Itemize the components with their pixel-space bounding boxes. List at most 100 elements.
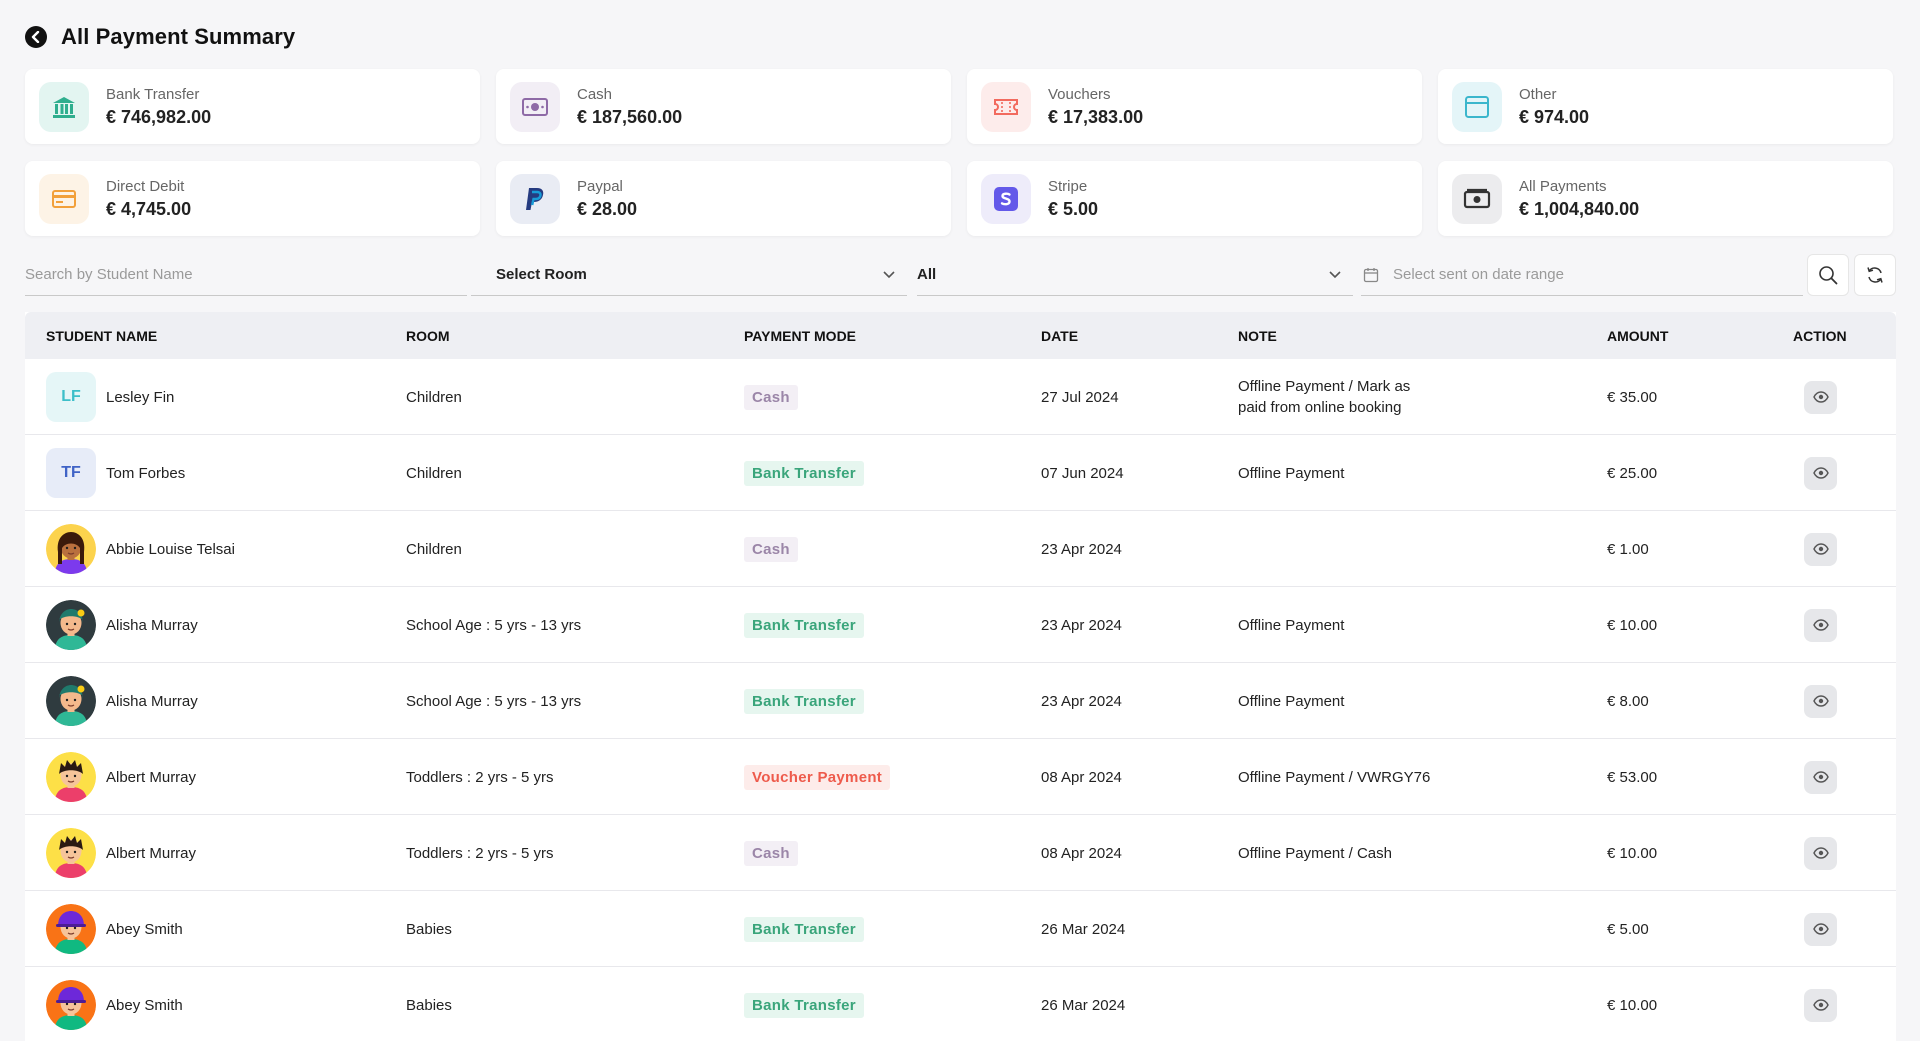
room-cell: School Age : 5 yrs - 13 yrs	[406, 616, 582, 634]
student-name[interactable]: Albert Murray	[106, 845, 196, 862]
summary-card-label: Other	[1519, 85, 1557, 103]
summary-card-label: All Payments	[1519, 177, 1607, 195]
card-icon	[39, 173, 89, 224]
note-cell	[1238, 891, 1568, 967]
student-name[interactable]: Tom Forbes	[106, 465, 185, 482]
room-select[interactable]: Select Room	[471, 254, 907, 296]
note-cell	[1238, 511, 1568, 587]
student-search-input[interactable]	[25, 266, 467, 283]
eye-icon	[1812, 923, 1829, 935]
summary-card-value: € 974.00	[1519, 106, 1590, 127]
student-name[interactable]: Albert Murray	[106, 769, 196, 786]
note-cell: Offline Payment	[1238, 692, 1345, 710]
action-cell	[1804, 587, 1837, 663]
action-cell	[1804, 663, 1837, 739]
paypal-icon	[510, 173, 560, 224]
avatar	[46, 524, 96, 574]
date-range-picker[interactable]: Select sent on date range	[1361, 254, 1803, 296]
payment-mode-badge: Bank Transfer	[744, 688, 864, 714]
room-cell: School Age : 5 yrs - 13 yrs	[406, 692, 582, 710]
date-cell: 26 Mar 2024	[1041, 920, 1126, 938]
student-cell: TF Tom Forbes	[46, 435, 185, 511]
payment-mode-badge: Cash	[744, 384, 798, 410]
student-cell: Abey Smith	[46, 967, 183, 1041]
student-name[interactable]: Alisha Murray	[106, 617, 198, 634]
avatar	[46, 980, 96, 1030]
student-name[interactable]: Abey Smith	[106, 997, 183, 1014]
room-cell: Babies	[406, 920, 452, 938]
payments-table: STUDENT NAME ROOM PAYMENT MODE DATE NOTE…	[25, 312, 1896, 1041]
header-action: ACTION	[1793, 327, 1847, 344]
view-button[interactable]	[1804, 684, 1837, 718]
back-button[interactable]	[25, 26, 47, 48]
summary-card-label: Vouchers	[1048, 85, 1111, 103]
view-button[interactable]	[1804, 532, 1837, 566]
note-cell: Offline Payment	[1238, 616, 1345, 634]
date-cell: 27 Jul 2024	[1041, 388, 1119, 406]
calendar-icon	[1363, 267, 1379, 282]
eye-icon	[1812, 391, 1829, 403]
view-button[interactable]	[1804, 912, 1837, 946]
table-row: Alisha Murray School Age : 5 yrs - 13 yr…	[25, 587, 1896, 663]
summary-card-label: Stripe	[1048, 177, 1088, 195]
avatar	[46, 904, 96, 954]
view-button[interactable]	[1804, 608, 1837, 642]
page-header: All Payment Summary	[25, 24, 295, 50]
student-name[interactable]: Abey Smith	[106, 921, 183, 938]
action-cell	[1804, 891, 1837, 967]
action-cell	[1804, 359, 1837, 435]
student-name[interactable]: Alisha Murray	[106, 693, 198, 710]
payment-mode-cell: Cash	[744, 815, 798, 891]
header-room: ROOM	[406, 327, 450, 344]
view-button[interactable]	[1804, 988, 1837, 1022]
action-cell	[1804, 511, 1837, 587]
date-cell: 07 Jun 2024	[1041, 464, 1124, 482]
payment-mode-badge: Bank Transfer	[744, 992, 864, 1018]
view-button[interactable]	[1804, 380, 1837, 414]
student-cell: Abbie Louise Telsai	[46, 511, 235, 587]
student-search	[25, 254, 467, 296]
summary-card-value: € 746,982.00	[106, 106, 212, 127]
eye-icon	[1812, 999, 1829, 1011]
student-name[interactable]: Abbie Louise Telsai	[106, 541, 235, 558]
student-name[interactable]: Lesley Fin	[106, 389, 174, 406]
note-cell: Offline Payment	[1238, 464, 1345, 482]
action-cell	[1804, 435, 1837, 511]
date-range-placeholder: Select sent on date range	[1393, 266, 1564, 283]
amount-cell: € 53.00	[1607, 768, 1658, 786]
eye-icon	[1812, 543, 1829, 555]
view-button[interactable]	[1804, 760, 1837, 794]
amount-cell: € 10.00	[1607, 616, 1658, 634]
student-cell: Alisha Murray	[46, 587, 198, 663]
avatar	[46, 676, 96, 726]
chevron-down-icon	[883, 270, 895, 278]
refresh-button[interactable]	[1854, 254, 1896, 296]
search-button[interactable]	[1807, 254, 1849, 296]
payment-mode-cell: Voucher Payment	[744, 739, 891, 815]
eye-icon	[1812, 847, 1829, 859]
summary-card-value: € 28.00	[577, 198, 638, 219]
payment-mode-cell: Cash	[744, 511, 798, 587]
table-row: Albert Murray Toddlers : 2 yrs - 5 yrs V…	[25, 739, 1896, 815]
room-cell: Children	[406, 464, 462, 482]
view-button[interactable]	[1804, 836, 1837, 870]
summary-card-value: € 5.00	[1048, 198, 1099, 219]
eye-icon	[1812, 695, 1829, 707]
summary-card-all-payments: All Payments € 1,004,840.00	[1438, 161, 1893, 236]
chevron-down-icon	[1329, 270, 1341, 278]
note-cell: Offline Payment / Mark as paid from onli…	[1238, 378, 1411, 416]
summary-card-label: Cash	[577, 85, 613, 103]
header-date: DATE	[1041, 327, 1079, 344]
amount-cell: € 8.00	[1607, 692, 1649, 710]
view-button[interactable]	[1804, 456, 1837, 490]
date-cell: 23 Apr 2024	[1041, 692, 1122, 710]
action-cell	[1804, 967, 1837, 1041]
payment-mode-select[interactable]: All	[917, 254, 1353, 296]
table-row: Alisha Murray School Age : 5 yrs - 13 yr…	[25, 663, 1896, 739]
eye-icon	[1812, 467, 1829, 479]
amount-cell: € 35.00	[1607, 388, 1658, 406]
header-payment-mode: PAYMENT MODE	[744, 327, 857, 344]
avatar-initials: LF	[46, 372, 96, 422]
room-cell: Toddlers : 2 yrs - 5 yrs	[406, 768, 554, 786]
payment-mode-cell: Bank Transfer	[744, 587, 864, 663]
